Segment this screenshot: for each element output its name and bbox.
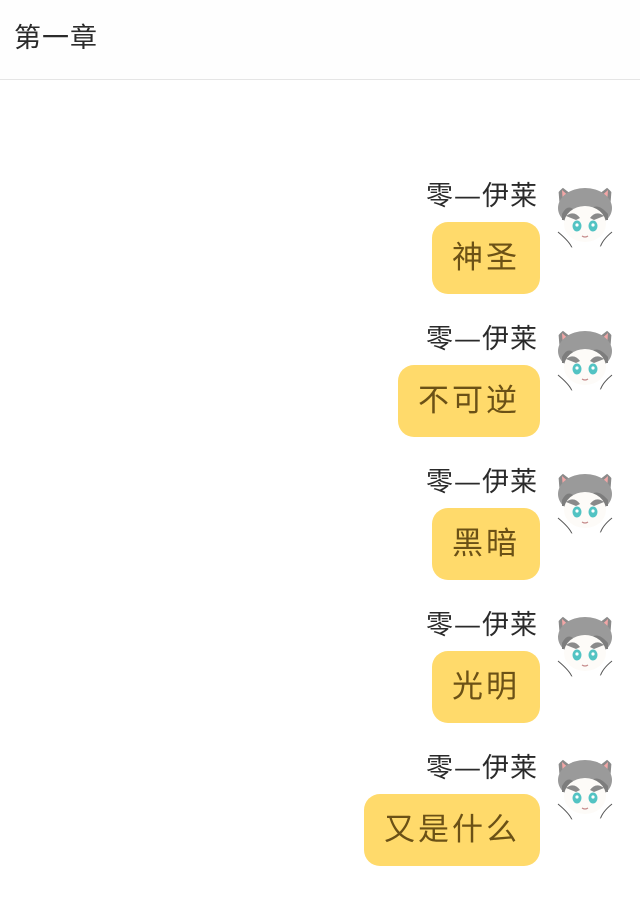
- message-item: 零—伊莱 不可逆: [0, 323, 640, 473]
- message-item: 零—伊莱 光明: [0, 609, 640, 759]
- sender-name: 零—伊莱: [426, 181, 538, 212]
- avatar[interactable]: [550, 180, 620, 250]
- message-item: 零—伊莱 神圣: [0, 180, 640, 330]
- cat-eared-boy-avatar-icon: [550, 180, 620, 250]
- message-bubble[interactable]: 神圣: [432, 222, 540, 294]
- cat-eared-boy-avatar-icon: [550, 752, 620, 822]
- message-bubble[interactable]: 又是什么: [364, 794, 540, 866]
- avatar[interactable]: [550, 752, 620, 822]
- sender-name: 零—伊莱: [426, 324, 538, 355]
- sender-name: 零—伊莱: [426, 610, 538, 641]
- message-bubble[interactable]: 光明: [432, 651, 540, 723]
- message-bubble[interactable]: 黑暗: [432, 508, 540, 580]
- message-item: 零—伊莱 黑暗: [0, 466, 640, 616]
- cat-eared-boy-avatar-icon: [550, 323, 620, 393]
- cat-eared-boy-avatar-icon: [550, 466, 620, 536]
- chapter-header: 第一章: [0, 0, 640, 80]
- sender-name: 零—伊莱: [426, 753, 538, 784]
- message-item: 零—伊莱 又是什么: [0, 752, 640, 902]
- chat-thread: 命运 零—伊莱 神圣 零—伊莱 不可逆 零—伊莱 黑暗 零—伊莱 光明 零—伊莱: [0, 0, 640, 882]
- avatar[interactable]: [550, 323, 620, 393]
- avatar[interactable]: [550, 466, 620, 536]
- page-title: 第一章: [14, 23, 98, 54]
- sender-name: 零—伊莱: [426, 467, 538, 498]
- cat-eared-boy-avatar-icon: [550, 609, 620, 679]
- message-bubble[interactable]: 不可逆: [398, 365, 540, 437]
- avatar[interactable]: [550, 609, 620, 679]
